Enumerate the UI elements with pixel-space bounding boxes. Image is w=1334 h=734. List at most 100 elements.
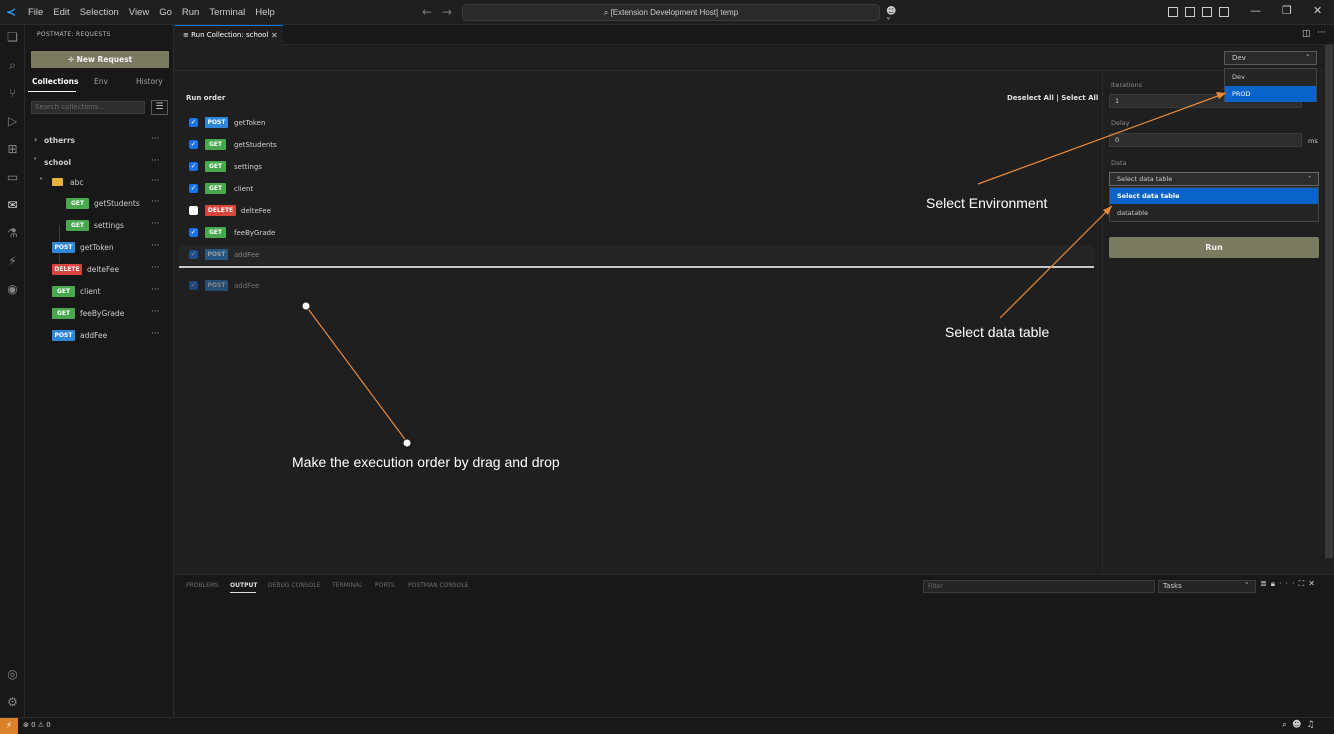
rest-client-icon[interactable]: ◉	[5, 282, 20, 297]
checkbox-checked[interactable]: ✓	[189, 250, 198, 259]
thunder-icon[interactable]: ⚡	[5, 254, 20, 269]
toggle-secondary-sidebar-icon[interactable]	[1219, 7, 1229, 17]
tree-collection-otherrs[interactable]: › otherrs ···	[25, 131, 174, 151]
tree-collection-school[interactable]: ˅ school ···	[25, 153, 174, 173]
clear-output-icon[interactable]: ≣	[1260, 579, 1271, 588]
menu-help[interactable]: Help	[255, 7, 275, 18]
close-tab-icon[interactable]: ✕	[271, 26, 278, 45]
data-table-select[interactable]: Select data table ˅	[1109, 172, 1319, 186]
testing-icon[interactable]: ⚗	[5, 226, 20, 241]
customize-layout-icon[interactable]	[1168, 7, 1178, 17]
search-icon[interactable]: ⌕	[5, 58, 20, 73]
more-actions-icon[interactable]: ···	[151, 156, 160, 166]
tree-request-deltefee[interactable]: DELETE delteFee ···	[25, 260, 174, 280]
run-item-feebygrade[interactable]: ✓ GET feeByGrade	[179, 223, 1094, 243]
tab-terminal[interactable]: TERMINAL	[332, 582, 363, 589]
zoom-icon[interactable]: ⌕	[1282, 720, 1292, 730]
explorer-icon[interactable]: ❏	[5, 30, 20, 45]
output-channel-select[interactable]: Tasks ˅	[1158, 580, 1256, 593]
lock-icon[interactable]: 🔒︎	[1271, 579, 1279, 588]
select-all-link[interactable]: Select All	[1061, 94, 1098, 102]
accounts-icon[interactable]: ◎	[5, 667, 20, 682]
search-collections-input[interactable]: Search collections...	[31, 101, 145, 114]
menu-view[interactable]: View	[129, 7, 149, 18]
checkbox-checked[interactable]: ✓	[189, 118, 198, 127]
tree-request-client[interactable]: GET client ···	[25, 282, 174, 302]
menu-terminal[interactable]: Terminal	[209, 7, 245, 18]
deselect-all-link[interactable]: Deselect All	[1007, 94, 1054, 102]
more-actions-icon[interactable]: ···	[151, 134, 160, 144]
run-button[interactable]: Run	[1109, 237, 1319, 258]
menu-selection[interactable]: Selection	[80, 7, 119, 18]
tab-collections[interactable]: Collections	[32, 77, 78, 86]
tree-request-gettoken[interactable]: POST getToken ···	[25, 238, 174, 258]
delay-input[interactable]: 0	[1109, 133, 1302, 147]
tab-history[interactable]: History	[136, 77, 163, 86]
close-window-icon[interactable]: ✕	[1313, 4, 1322, 17]
checkbox-checked[interactable]: ✓	[189, 184, 198, 193]
checkbox-checked[interactable]: ✓	[189, 162, 198, 171]
remote-explorer-icon[interactable]: ▭	[5, 170, 20, 185]
source-control-icon[interactable]: ⑂	[5, 86, 20, 101]
tab-debug-console[interactable]: DEBUG CONSOLE	[268, 582, 321, 589]
split-editor-icon[interactable]: ◫	[1302, 29, 1311, 39]
more-actions-icon[interactable]: ···	[151, 307, 160, 317]
postmate-icon[interactable]: ✉	[5, 198, 20, 213]
more-actions-icon[interactable]: ···	[1317, 28, 1326, 38]
run-item-addfee-placeholder[interactable]: ✓ POST addFee	[179, 245, 1094, 265]
data-option-select[interactable]: Select data table	[1110, 188, 1318, 204]
tab-problems[interactable]: PROBLEMS	[186, 582, 219, 589]
run-debug-icon[interactable]: ▷	[5, 114, 20, 129]
checkbox-checked[interactable]: ✓	[189, 281, 198, 290]
new-request-button[interactable]: ✛ New Request	[31, 51, 169, 68]
maximize-panel-icon[interactable]: ⛶	[1299, 579, 1309, 588]
tree-request-feebygrade[interactable]: GET feeByGrade ···	[25, 304, 174, 324]
notifications-bell-icon[interactable]: ♫	[1306, 720, 1319, 730]
restore-icon[interactable]: ❐	[1282, 4, 1292, 17]
more-actions-icon[interactable]: ···	[151, 197, 160, 207]
tree-request-settings[interactable]: GET settings ···	[25, 216, 174, 236]
menu-run[interactable]: Run	[182, 7, 199, 18]
copilot-icon[interactable]: ☻˅	[886, 6, 900, 28]
run-item-settings[interactable]: ✓ GET settings	[179, 157, 1094, 177]
problems-status[interactable]: ⊗ 0 ⚠ 0	[23, 721, 51, 729]
menu-go[interactable]: Go	[159, 7, 172, 18]
env-option-prod[interactable]: PROD	[1225, 86, 1316, 102]
more-actions-icon[interactable]: ···	[1279, 579, 1299, 588]
more-actions-icon[interactable]: ···	[151, 176, 160, 186]
copilot-icon[interactable]: ☻	[1292, 720, 1306, 730]
settings-gear-icon[interactable]: ⚙	[5, 695, 20, 710]
more-actions-icon[interactable]: ···	[151, 219, 160, 229]
more-actions-icon[interactable]: ···	[151, 285, 160, 295]
close-panel-icon[interactable]: ✕	[1308, 579, 1319, 588]
editor-scrollbar[interactable]	[1325, 45, 1333, 558]
more-actions-icon[interactable]: ···	[151, 241, 160, 251]
run-item-gettoken[interactable]: ✓ POST getToken	[179, 113, 1094, 133]
checkbox-checked[interactable]: ✓	[189, 140, 198, 149]
tab-output[interactable]: OUTPUT	[230, 582, 257, 589]
output-filter-input[interactable]: Filter	[923, 580, 1155, 593]
data-option-datatable[interactable]: datatable	[1110, 205, 1318, 221]
tab-ports[interactable]: PORTS	[375, 582, 395, 589]
tree-request-getstudents[interactable]: GET getStudents ···	[25, 194, 174, 214]
checkbox-checked[interactable]: ✓	[189, 228, 198, 237]
filter-menu-icon[interactable]: ☰	[151, 100, 168, 115]
toggle-panel-icon[interactable]	[1202, 7, 1212, 17]
menu-file[interactable]: File	[28, 7, 43, 18]
tab-postman-console[interactable]: POSTMAN CONSOLE	[408, 582, 469, 589]
remote-indicator-icon[interactable]: ⚡	[0, 718, 18, 734]
extensions-icon[interactable]: ⊞	[5, 142, 20, 157]
tree-folder-abc[interactable]: ˅ abc ···	[25, 173, 174, 193]
command-center[interactable]: ⌕ [Extension Development Host] temp	[462, 4, 880, 21]
tab-run-collection[interactable]: ≡ Run Collection: school ✕	[175, 25, 283, 45]
toggle-sidebar-icon[interactable]	[1185, 7, 1195, 17]
dragged-run-item-addfee[interactable]: ✓ POST addFee	[179, 276, 1094, 296]
env-option-dev[interactable]: Dev	[1225, 69, 1316, 85]
environment-select[interactable]: Dev ˅	[1224, 51, 1317, 65]
checkbox-unchecked[interactable]	[189, 206, 198, 215]
more-actions-icon[interactable]: ···	[151, 329, 160, 339]
tree-request-addfee[interactable]: POST addFee ···	[25, 326, 174, 346]
more-actions-icon[interactable]: ···	[151, 263, 160, 273]
menu-edit[interactable]: Edit	[53, 7, 69, 18]
tab-env[interactable]: Env	[94, 77, 108, 86]
